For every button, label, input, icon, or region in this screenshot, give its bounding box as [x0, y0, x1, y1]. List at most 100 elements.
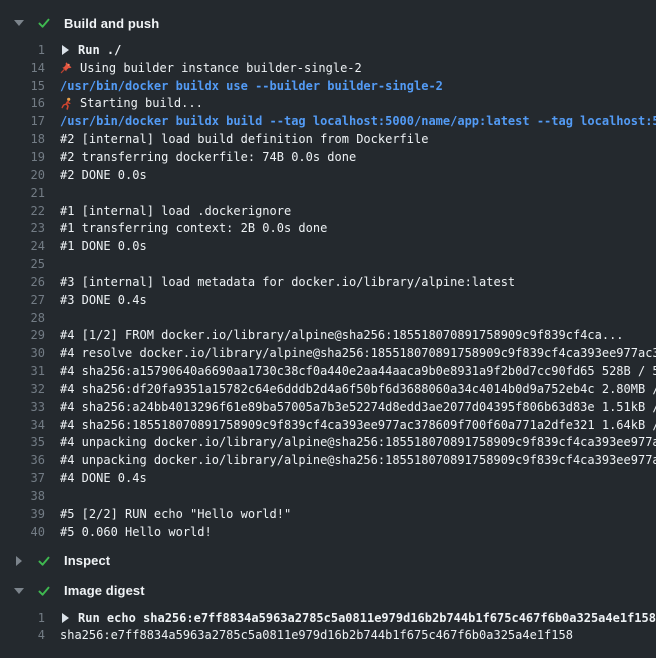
line-number[interactable]: 20: [0, 168, 45, 182]
line-number[interactable]: 18: [0, 132, 45, 146]
line-text: #4 sha256:df20fa9351a15782c64e6dddb2d4a6…: [60, 382, 656, 396]
line-text-content: #4 sha256:185518070891758909c9f839cf4ca3…: [60, 418, 656, 432]
line-text: #4 [1/2] FROM docker.io/library/alpine@s…: [60, 328, 624, 342]
line-text: Run ./: [60, 43, 121, 57]
runner-icon: [60, 97, 73, 110]
section-title: Inspect: [64, 553, 110, 568]
log-line: 22 #1 [internal] load .dockerignore: [0, 202, 656, 220]
log-line: 15/usr/bin/docker buildx use --builder b…: [0, 77, 656, 95]
log-section-image-digest: Image digest 1 Run echo sha256:e7ff8834a59…: [0, 576, 656, 645]
line-number[interactable]: 26: [0, 275, 45, 289]
line-number[interactable]: 22: [0, 204, 45, 218]
expand-group-icon[interactable]: [62, 45, 69, 55]
chevron-down-icon[interactable]: [14, 20, 24, 26]
log-line: 38: [0, 487, 656, 505]
log-line: 23 #1 transferring context: 2B 0.0s done: [0, 219, 656, 237]
log-line: 36 #4 unpacking docker.io/library/alpine@…: [0, 451, 656, 469]
line-number[interactable]: 21: [0, 186, 45, 200]
section-header-image-digest[interactable]: Image digest: [0, 576, 656, 606]
log-line: 39#5 [2/2] RUN echo "Hello world!": [0, 505, 656, 523]
line-text-content: Run echo sha256:e7ff8834a5963a2785c5a081…: [78, 611, 656, 625]
line-text: #5 0.060 Hello world!: [60, 525, 212, 539]
line-number[interactable]: 1: [0, 611, 45, 625]
line-text-content: #2 DONE 0.0s: [60, 168, 147, 182]
line-text: sha256:e7ff8834a5963a2785c5a0811e979d16b…: [60, 628, 573, 642]
log-line: 29 #4 [1/2] FROM docker.io/library/alpine…: [0, 327, 656, 345]
log-line: 25: [0, 255, 656, 273]
line-text: /usr/bin/docker buildx build --tag local…: [60, 114, 656, 128]
line-number[interactable]: 19: [0, 150, 45, 164]
line-number[interactable]: 15: [0, 79, 45, 93]
line-text-content: #2 [internal] load build definition from…: [60, 132, 428, 146]
pushpin-icon: [60, 61, 73, 74]
check-success-icon: [37, 554, 51, 568]
line-number[interactable]: 24: [0, 239, 45, 253]
line-text: Run echo sha256:e7ff8834a5963a2785c5a081…: [60, 611, 656, 625]
log-line: 18 #2 [internal] load build definition fr…: [0, 130, 656, 148]
line-number[interactable]: 25: [0, 257, 45, 271]
section-log-lines: 1 Run echo sha256:e7ff8834a5963a2785c5a08…: [0, 609, 656, 645]
section-title: Build and push: [64, 16, 159, 31]
line-text-content: /usr/bin/docker buildx build --tag local…: [60, 114, 656, 128]
line-text: /usr/bin/docker buildx use --builder bui…: [60, 79, 443, 93]
section-header-inspect[interactable]: Inspect: [0, 546, 656, 576]
section-header-build-and-push[interactable]: Build and push: [0, 8, 656, 38]
log-section-build-and-push: Build and push 1 Run ./ 14 Using builder ins…: [0, 8, 656, 541]
line-text: #1 DONE 0.0s: [60, 239, 147, 253]
line-text-content: #3 [internal] load metadata for docker.i…: [60, 275, 515, 289]
line-number[interactable]: 36: [0, 453, 45, 467]
section-log-lines: 1 Run ./ 14 Using builder instance builder-…: [0, 41, 656, 541]
line-number[interactable]: 17: [0, 114, 45, 128]
log-line: 20 #2 DONE 0.0s: [0, 166, 656, 184]
line-text: #4 sha256:185518070891758909c9f839cf4ca3…: [60, 418, 656, 432]
chevron-down-icon[interactable]: [14, 588, 24, 594]
log-line: 33#4 sha256:a24bb4013296f61e89ba57005a7b…: [0, 398, 656, 416]
line-number[interactable]: 1: [0, 43, 45, 57]
line-number[interactable]: 40: [0, 525, 45, 539]
line-text-content: #3 DONE 0.4s: [60, 293, 147, 307]
line-number[interactable]: 33: [0, 400, 45, 414]
line-text: #4 unpacking docker.io/library/alpine@sh…: [60, 453, 656, 467]
line-number[interactable]: 35: [0, 435, 45, 449]
line-number[interactable]: 14: [0, 61, 45, 75]
chevron-right-icon[interactable]: [16, 556, 22, 566]
log-line: 19 #2 transferring dockerfile: 74B 0.0s d…: [0, 148, 656, 166]
log-line: 21: [0, 184, 656, 202]
line-text-content: sha256:e7ff8834a5963a2785c5a0811e979d16b…: [60, 628, 573, 642]
log-line: 14 Using builder instance builder-single-…: [0, 59, 656, 77]
line-text-content: #4 unpacking docker.io/library/alpine@sh…: [60, 435, 656, 449]
log-line: 24 #1 DONE 0.0s: [0, 237, 656, 255]
line-text-content: #1 [internal] load .dockerignore: [60, 204, 291, 218]
line-text-content: Run ./: [78, 43, 121, 57]
line-number[interactable]: 28: [0, 311, 45, 325]
line-text-content: #4 DONE 0.4s: [60, 471, 147, 485]
line-text: #1 [internal] load .dockerignore: [60, 204, 291, 218]
line-text: #2 DONE 0.0s: [60, 168, 147, 182]
line-number[interactable]: 34: [0, 418, 45, 432]
line-number[interactable]: 29: [0, 328, 45, 342]
line-text-content: #2 transferring dockerfile: 74B 0.0s don…: [60, 150, 356, 164]
line-text: #1 transferring context: 2B 0.0s done: [60, 221, 327, 235]
line-number[interactable]: 27: [0, 293, 45, 307]
line-number[interactable]: 37: [0, 471, 45, 485]
line-text-content: #4 sha256:df20fa9351a15782c64e6dddb2d4a6…: [60, 382, 656, 396]
log-line: 28: [0, 309, 656, 327]
line-number[interactable]: 4: [0, 628, 45, 642]
log-line: 37 #4 DONE 0.4s: [0, 469, 656, 487]
line-number[interactable]: 31: [0, 364, 45, 378]
line-number[interactable]: 16: [0, 96, 45, 110]
log-line: 16 Starting build...: [0, 95, 656, 113]
line-number[interactable]: 38: [0, 489, 45, 503]
line-text: #4 unpacking docker.io/library/alpine@sh…: [60, 435, 656, 449]
line-number[interactable]: 32: [0, 382, 45, 396]
line-number[interactable]: 23: [0, 221, 45, 235]
line-number[interactable]: 39: [0, 507, 45, 521]
log-line: 17/usr/bin/docker buildx build --tag loc…: [0, 112, 656, 130]
line-text: Using builder instance builder-single-2: [60, 61, 362, 75]
line-text-content: Starting build...: [80, 96, 203, 110]
line-text-content: Using builder instance builder-single-2: [80, 61, 362, 75]
log-line: 1 Run ./: [0, 41, 656, 59]
expand-group-icon[interactable]: [62, 613, 69, 623]
line-number[interactable]: 30: [0, 346, 45, 360]
log-line: 1 Run echo sha256:e7ff8834a5963a2785c5a08…: [0, 609, 656, 627]
